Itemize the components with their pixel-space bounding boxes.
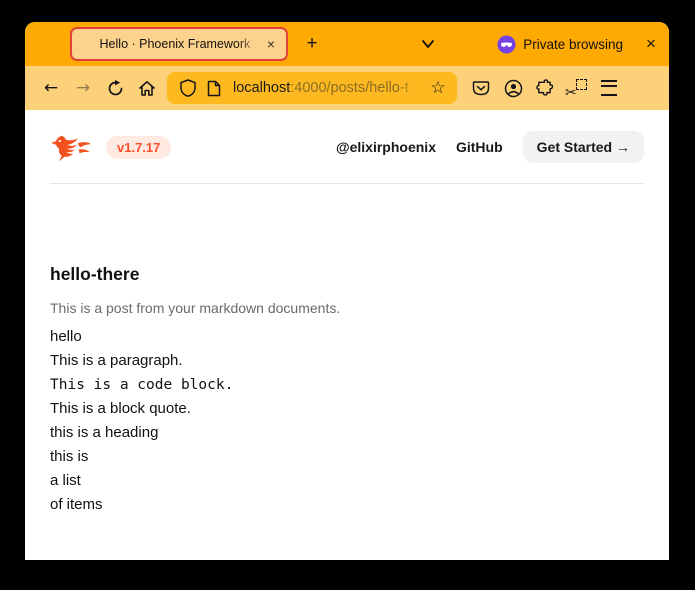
screenshot-icon: ✂ [567, 79, 587, 97]
pocket-button[interactable] [466, 73, 496, 103]
site-nav: @elixirphoenix GitHub Get Started → [336, 131, 644, 163]
site-info-button[interactable] [201, 75, 227, 101]
article-line: this is a heading [50, 421, 644, 445]
version-badge[interactable]: v1.7.17 [106, 136, 171, 159]
article-line: This is a block quote. [50, 397, 644, 421]
browser-toolbar: ← → [25, 66, 669, 110]
article-subtitle: This is a post from your markdown docume… [50, 300, 644, 316]
article-line: hello [50, 325, 644, 349]
back-button[interactable]: ← [36, 73, 66, 103]
pocket-icon [472, 80, 490, 97]
private-browsing-label: Private browsing [523, 37, 623, 52]
private-mask-icon [497, 35, 516, 54]
list-tabs-button[interactable] [419, 37, 437, 51]
article: hello-there This is a post from your mar… [25, 184, 669, 517]
tab-close-icon[interactable]: × [264, 35, 278, 53]
tracking-protection-button[interactable] [175, 75, 201, 101]
article-line: of items [50, 493, 644, 517]
home-icon [138, 80, 156, 97]
forward-button[interactable]: → [68, 73, 98, 103]
account-icon [504, 79, 523, 98]
extensions-button[interactable] [530, 73, 560, 103]
browser-titlebar: Hello · Phoenix Framework × + Private br… [25, 22, 669, 66]
article-line: this is [50, 445, 644, 469]
phoenix-logo[interactable] [50, 132, 92, 163]
url-host: localhost [233, 80, 290, 96]
tab-title: Hello · Phoenix Framework [86, 37, 264, 51]
page-icon [207, 80, 221, 97]
article-line: a list [50, 469, 644, 493]
article-code-line: This is a code block. [50, 373, 644, 397]
url-path: :4000/posts/hello-t [290, 80, 409, 96]
url-input[interactable]: localhost:4000/posts/hello-t [233, 80, 425, 96]
url-bar[interactable]: localhost:4000/posts/hello-t ☆ [167, 72, 457, 104]
shield-icon [180, 79, 196, 97]
page-content: v1.7.17 @elixirphoenix GitHub Get Starte… [25, 110, 669, 560]
puzzle-icon [536, 79, 554, 97]
home-button[interactable] [132, 73, 162, 103]
account-button[interactable] [498, 73, 528, 103]
reload-button[interactable] [100, 73, 130, 103]
window-close-button[interactable]: × [640, 33, 662, 55]
star-icon: ☆ [430, 78, 445, 98]
back-arrow-icon: ← [44, 80, 58, 97]
site-header: v1.7.17 @elixirphoenix GitHub Get Starte… [25, 110, 669, 170]
get-started-button[interactable]: Get Started → [523, 131, 644, 163]
menu-button[interactable] [594, 73, 624, 103]
new-tab-button[interactable]: + [299, 31, 325, 57]
article-line: This is a paragraph. [50, 349, 644, 373]
article-title: hello-there [50, 264, 644, 285]
browser-window: Hello · Phoenix Framework × + Private br… [25, 22, 669, 560]
screenshot-button[interactable]: ✂ [562, 73, 592, 103]
hamburger-icon [601, 80, 617, 96]
chevron-down-icon [419, 37, 437, 51]
browser-tab-active[interactable]: Hello · Phoenix Framework × [70, 27, 288, 61]
nav-link-github[interactable]: GitHub [456, 139, 503, 155]
bookmark-star-button[interactable]: ☆ [425, 75, 451, 101]
nav-link-elixirphoenix[interactable]: @elixirphoenix [336, 139, 436, 155]
forward-arrow-icon: → [76, 80, 90, 97]
reload-icon [107, 80, 124, 97]
private-browsing-badge: Private browsing [497, 35, 623, 54]
